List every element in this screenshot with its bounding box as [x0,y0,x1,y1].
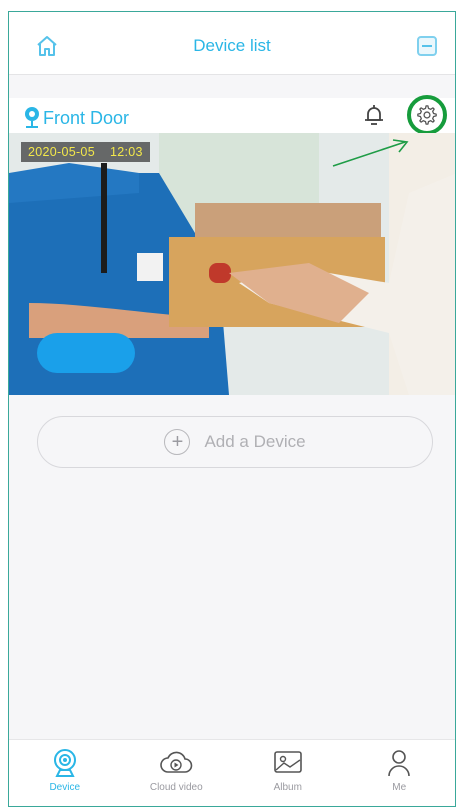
app-frame: Device list Front Door 2020-05-05 12:03 … [8,11,456,807]
video-timestamp: 2020-05-05 12:03 [21,142,150,162]
add-device-button[interactable]: + Add a Device [37,416,433,468]
add-device-label: Add a Device [204,432,306,451]
device-header: Front Door [9,95,455,135]
bottom-tab-bar: Device Cloud video Album Me [9,739,455,806]
tab-label: Device [49,782,81,793]
tab-me[interactable]: Me [344,740,456,806]
tab-label: Album [273,782,302,793]
tab-album[interactable]: Album [232,740,344,806]
person-icon [388,750,411,777]
camera-icon [53,749,76,777]
page-title: Device list [193,36,271,55]
tab-label: Me [392,782,407,793]
gear-icon [417,105,437,125]
top-bar: Device list [9,12,455,75]
plus-icon: + [164,429,191,455]
live-status-pill [37,333,135,373]
bell-icon[interactable] [361,102,387,128]
device-name: Front Door [43,108,130,128]
camera-preview[interactable]: 2020-05-05 12:03 [9,133,455,395]
annotation-arrow [332,139,409,167]
album-icon [273,751,302,773]
tab-cloud-video[interactable]: Cloud video [121,740,233,806]
camera-location-icon [25,107,39,128]
tab-device[interactable]: Device [9,740,121,806]
menu-icon[interactable] [417,36,437,56]
settings-button[interactable] [407,95,447,135]
tab-label: Cloud video [149,782,203,793]
cloud-video-icon [160,751,193,773]
